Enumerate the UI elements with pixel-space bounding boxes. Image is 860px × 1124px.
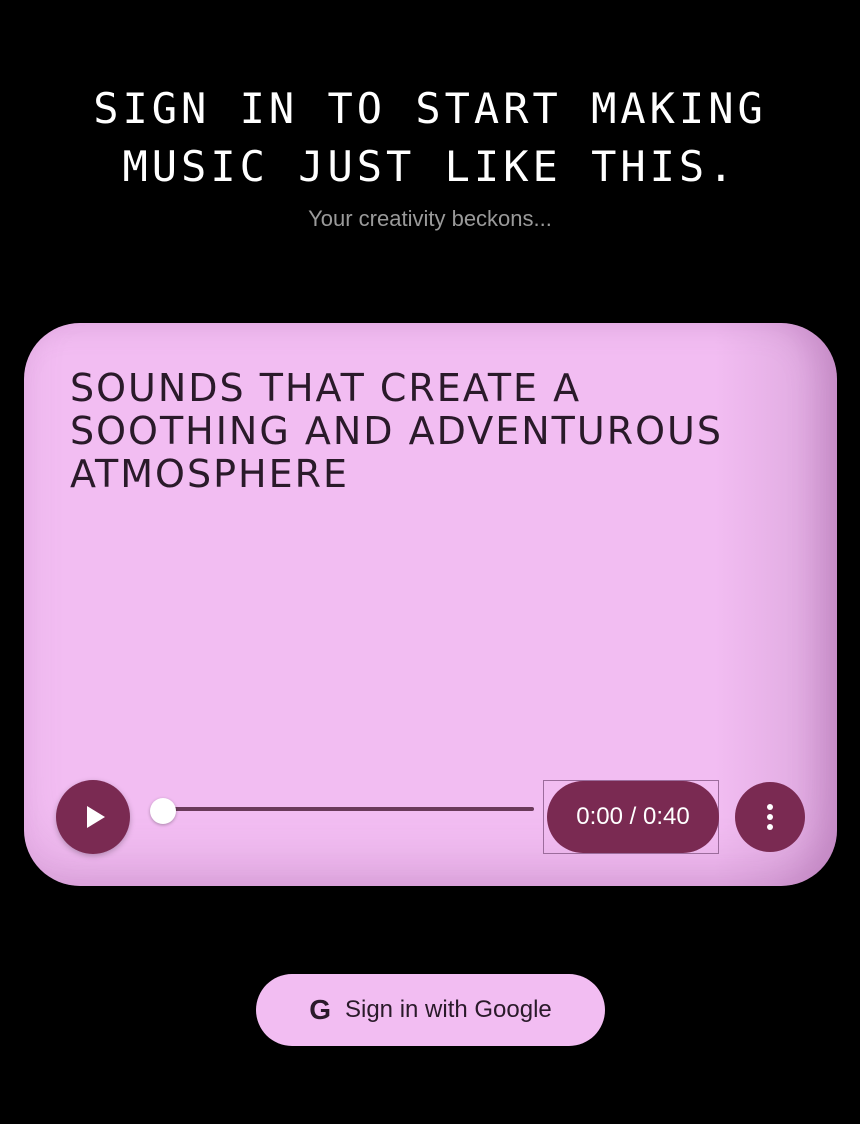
- more-options-button[interactable]: [735, 782, 805, 852]
- sign-in-label: Sign in with Google: [344, 996, 552, 1023]
- page-subtitle: Your creativity beckons...: [308, 206, 552, 231]
- music-sample-card: SOUNDS THAT CREATE A SOOTHING AND ADVENT…: [24, 323, 837, 886]
- google-g-icon: G: [309, 994, 331, 1025]
- headline-line-1: SIGN IN TO START MAKING: [93, 84, 767, 133]
- seek-thumb[interactable]: [150, 798, 176, 824]
- play-icon: [86, 806, 105, 828]
- sign-in-with-google-button[interactable]: G Sign in with Google: [256, 974, 605, 1046]
- play-button[interactable]: [56, 780, 130, 854]
- more-vert-icon: [767, 804, 773, 830]
- page-headline: SIGN IN TO START MAKING MUSIC JUST LIKE …: [0, 80, 860, 196]
- seek-bar[interactable]: [164, 807, 534, 811]
- sample-prompt-title: SOUNDS THAT CREATE A SOOTHING AND ADVENT…: [70, 366, 723, 496]
- time-display: 0:00 / 0:40: [547, 781, 719, 853]
- headline-line-2: MUSIC JUST LIKE THIS.: [122, 142, 738, 191]
